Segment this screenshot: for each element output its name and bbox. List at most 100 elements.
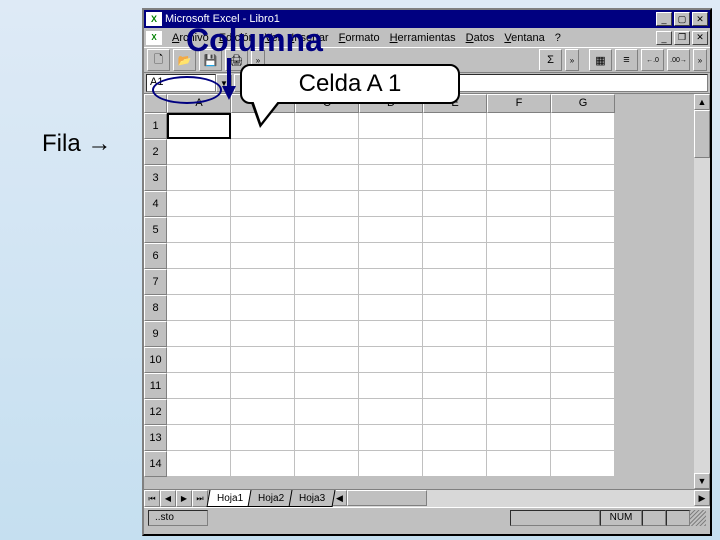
- row-header[interactable]: 12: [144, 399, 167, 425]
- cell[interactable]: [487, 243, 551, 269]
- cell[interactable]: [423, 451, 487, 477]
- column-header[interactable]: G: [551, 94, 615, 113]
- row-header[interactable]: 1: [144, 113, 167, 139]
- cell[interactable]: [295, 217, 359, 243]
- cell[interactable]: [167, 139, 231, 165]
- cell[interactable]: [359, 321, 423, 347]
- cell[interactable]: [295, 243, 359, 269]
- cell[interactable]: [551, 399, 615, 425]
- cell[interactable]: [359, 347, 423, 373]
- cell[interactable]: [295, 399, 359, 425]
- cell[interactable]: [295, 113, 359, 139]
- cell[interactable]: [167, 165, 231, 191]
- toolbar-overflow-button-2[interactable]: »: [565, 49, 579, 71]
- cell[interactable]: [551, 451, 615, 477]
- cell[interactable]: [295, 269, 359, 295]
- cell[interactable]: [167, 425, 231, 451]
- cell[interactable]: [487, 139, 551, 165]
- cell[interactable]: [231, 295, 295, 321]
- cell[interactable]: [231, 165, 295, 191]
- cell[interactable]: [423, 295, 487, 321]
- mdi-minimize-button[interactable]: _: [656, 31, 672, 45]
- cell[interactable]: [167, 113, 231, 139]
- row-header[interactable]: 6: [144, 243, 167, 269]
- row-header[interactable]: 8: [144, 295, 167, 321]
- tab-prev-button[interactable]: ◀: [160, 490, 176, 507]
- tab-last-button[interactable]: ⏭: [192, 490, 208, 507]
- cell[interactable]: [167, 451, 231, 477]
- cell[interactable]: [487, 321, 551, 347]
- cell[interactable]: [167, 295, 231, 321]
- inc-decimal-icon[interactable]: ←.0: [641, 49, 664, 71]
- cell[interactable]: [167, 191, 231, 217]
- cell[interactable]: [423, 165, 487, 191]
- cell[interactable]: [167, 347, 231, 373]
- tab-first-button[interactable]: ⏮: [144, 490, 160, 507]
- cell[interactable]: [551, 243, 615, 269]
- cell[interactable]: [423, 217, 487, 243]
- cell[interactable]: [231, 191, 295, 217]
- cell[interactable]: [551, 321, 615, 347]
- cell[interactable]: [487, 191, 551, 217]
- scroll-thumb[interactable]: [694, 110, 710, 158]
- cell[interactable]: [423, 425, 487, 451]
- menu-datos[interactable]: Datos: [466, 32, 495, 44]
- cell[interactable]: [359, 269, 423, 295]
- cell[interactable]: [487, 217, 551, 243]
- cell[interactable]: [359, 243, 423, 269]
- cell[interactable]: [551, 269, 615, 295]
- scroll-track[interactable]: [347, 490, 694, 507]
- sheet-tab[interactable]: Hoja3: [289, 490, 336, 507]
- cell[interactable]: [487, 347, 551, 373]
- cell[interactable]: [231, 217, 295, 243]
- cell[interactable]: [551, 139, 615, 165]
- row-header[interactable]: 4: [144, 191, 167, 217]
- cell[interactable]: [551, 165, 615, 191]
- cell[interactable]: [423, 321, 487, 347]
- scroll-thumb[interactable]: [347, 490, 427, 506]
- row-header[interactable]: 2: [144, 139, 167, 165]
- cell[interactable]: [423, 243, 487, 269]
- resize-grip-icon[interactable]: [690, 510, 706, 526]
- sheet-tab[interactable]: Hoja2: [248, 490, 295, 507]
- cell[interactable]: [231, 347, 295, 373]
- scroll-track[interactable]: [694, 110, 710, 473]
- menu-herramientas[interactable]: Herramientas: [390, 32, 456, 44]
- toolbar-overflow-button-3[interactable]: »: [693, 49, 707, 71]
- cell[interactable]: [487, 425, 551, 451]
- align-icon[interactable]: ≡: [615, 49, 638, 71]
- cell[interactable]: [551, 373, 615, 399]
- cell[interactable]: [231, 425, 295, 451]
- row-header[interactable]: 11: [144, 373, 167, 399]
- cell[interactable]: [295, 165, 359, 191]
- cell[interactable]: [167, 373, 231, 399]
- menu-formato[interactable]: Formato: [339, 32, 380, 44]
- close-button[interactable]: ✕: [692, 12, 708, 26]
- cell[interactable]: [423, 347, 487, 373]
- row-header[interactable]: 9: [144, 321, 167, 347]
- cell[interactable]: [551, 191, 615, 217]
- cell[interactable]: [423, 269, 487, 295]
- cell[interactable]: [551, 425, 615, 451]
- cell[interactable]: [423, 139, 487, 165]
- row-header[interactable]: 13: [144, 425, 167, 451]
- cell[interactable]: [487, 451, 551, 477]
- row-header[interactable]: 5: [144, 217, 167, 243]
- cell[interactable]: [167, 243, 231, 269]
- cell[interactable]: [231, 139, 295, 165]
- cell[interactable]: [295, 425, 359, 451]
- vertical-scrollbar[interactable]: ▲ ▼: [694, 94, 710, 489]
- cell[interactable]: [423, 113, 487, 139]
- cell[interactable]: [231, 243, 295, 269]
- cell[interactable]: [359, 451, 423, 477]
- minimize-button[interactable]: _: [656, 12, 672, 26]
- cell[interactable]: [551, 295, 615, 321]
- cell[interactable]: [551, 217, 615, 243]
- cell[interactable]: [295, 321, 359, 347]
- cell[interactable]: [295, 373, 359, 399]
- menu-help[interactable]: ?: [555, 32, 561, 44]
- maximize-button[interactable]: ▢: [674, 12, 690, 26]
- row-header[interactable]: 14: [144, 451, 167, 477]
- cell[interactable]: [359, 425, 423, 451]
- cell[interactable]: [231, 373, 295, 399]
